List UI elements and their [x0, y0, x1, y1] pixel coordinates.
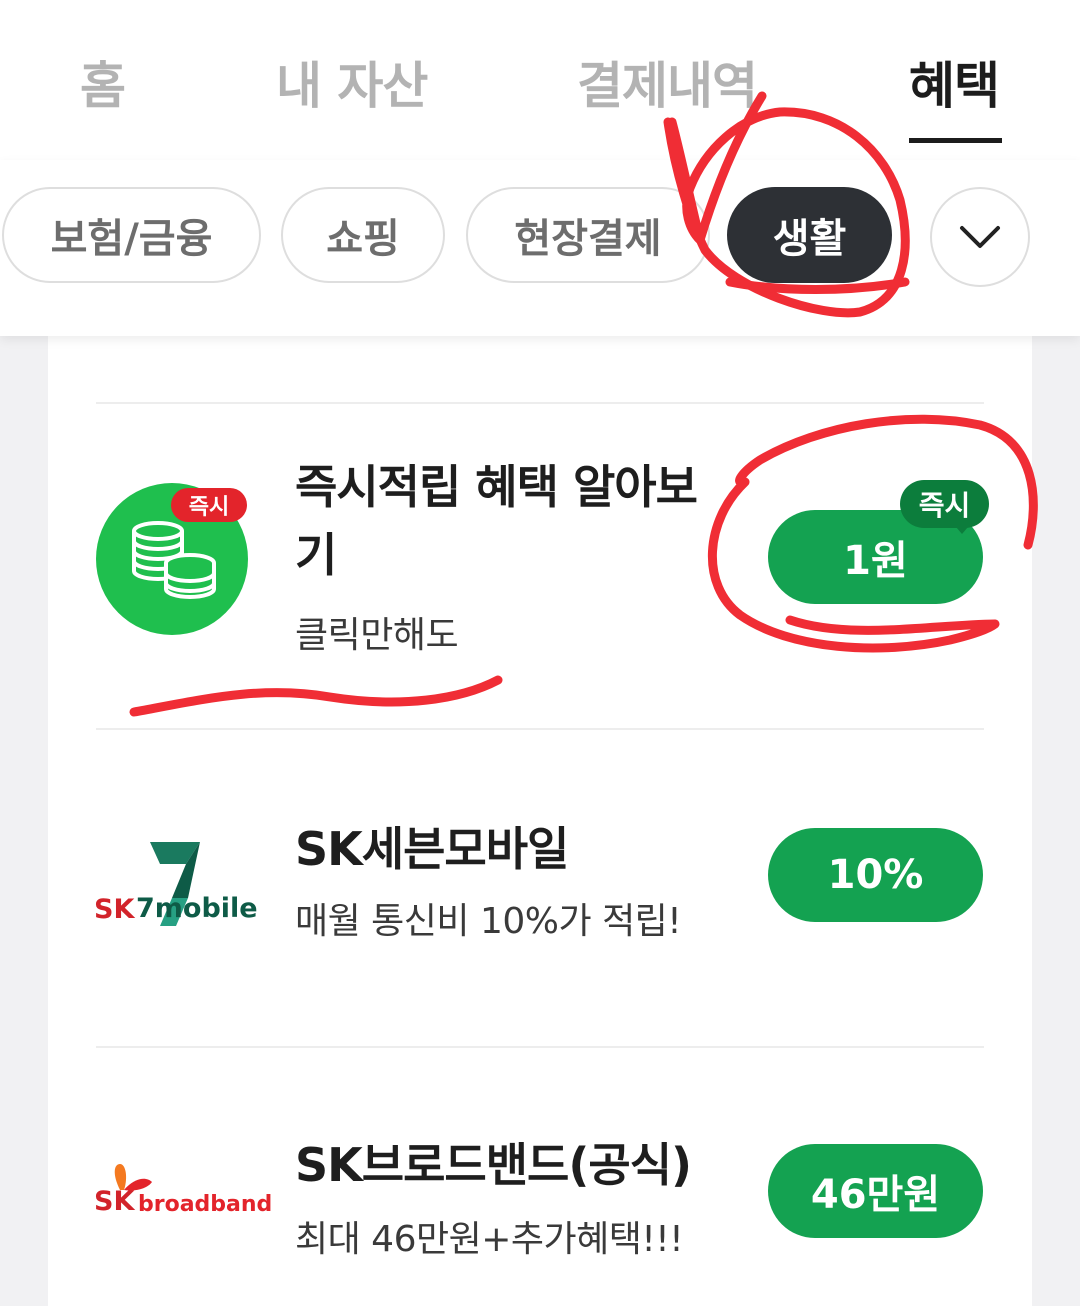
chip-onsite-payment[interactable]: 현장결제: [466, 187, 710, 283]
top-tab-bar: 홈 내 자산 결제내역 혜택: [0, 0, 1080, 160]
sk-logo-text: SK: [94, 1186, 135, 1217]
expand-categories-button[interactable]: [930, 187, 1030, 287]
chip-living[interactable]: 생활: [727, 187, 892, 283]
tab-benefits[interactable]: 혜택: [909, 46, 1000, 118]
benefit-list: 즉시 즉시적립 혜택 알아보 기 클릭만해도 1원 SK 7mobile SK세…: [48, 336, 1032, 1306]
7mobile-logo-text: 7mobile: [136, 893, 258, 924]
list-item-sk-7mobile[interactable]: SK 7mobile SK세븐모바일 매월 통신비 10%가 적립! 10%: [48, 730, 1032, 1046]
instant-tag-pointer: [950, 520, 974, 534]
chevron-down-icon: [960, 226, 1000, 248]
coins-logo: 즉시: [96, 483, 248, 639]
sk-logo-text: SK: [94, 894, 135, 925]
item-title: SK세븐모바일: [295, 822, 569, 876]
instant-badge: 즉시: [171, 488, 247, 522]
item-title: 즉시적립 혜택 알아보: [295, 460, 698, 514]
broadband-logo-text: broadband: [138, 1192, 273, 1217]
tab-payment-history[interactable]: 결제내역: [577, 46, 758, 118]
list-item-instant-rewards[interactable]: 즉시 즉시적립 혜택 알아보 기 클릭만해도 1원: [48, 404, 1032, 728]
item-subtitle: 최대 46만원+추가혜택!!!: [295, 1219, 684, 1260]
item-title: SK브로드밴드(공식): [295, 1138, 692, 1192]
reward-button[interactable]: 46만원: [768, 1144, 983, 1238]
instant-reward-tag: 즉시: [900, 480, 989, 528]
reward-button[interactable]: 10%: [768, 828, 983, 922]
list-item-sk-broadband[interactable]: SK broadband SK브로드밴드(공식) 최대 46만원+추가혜택!!!…: [48, 1048, 1032, 1306]
sk-broadband-logo: SK broadband: [88, 1156, 272, 1217]
tab-home[interactable]: 홈: [80, 46, 126, 118]
item-subtitle: 매월 통신비 10%가 적립!: [295, 901, 682, 942]
sk-7mobile-logo: SK 7mobile: [88, 830, 258, 954]
item-title-cont: 기: [295, 528, 337, 582]
tab-my-assets[interactable]: 내 자산: [276, 46, 428, 118]
chip-shopping[interactable]: 쇼핑: [281, 187, 445, 283]
chip-insurance-finance[interactable]: 보험/금융: [2, 187, 261, 283]
sk7mobile-logo-icon: [150, 842, 200, 926]
item-subtitle: 클릭만해도: [295, 615, 459, 656]
active-tab-indicator: [909, 138, 1002, 143]
category-filter-bar: 보험/금융 쇼핑 현장결제 생활: [0, 160, 1080, 336]
